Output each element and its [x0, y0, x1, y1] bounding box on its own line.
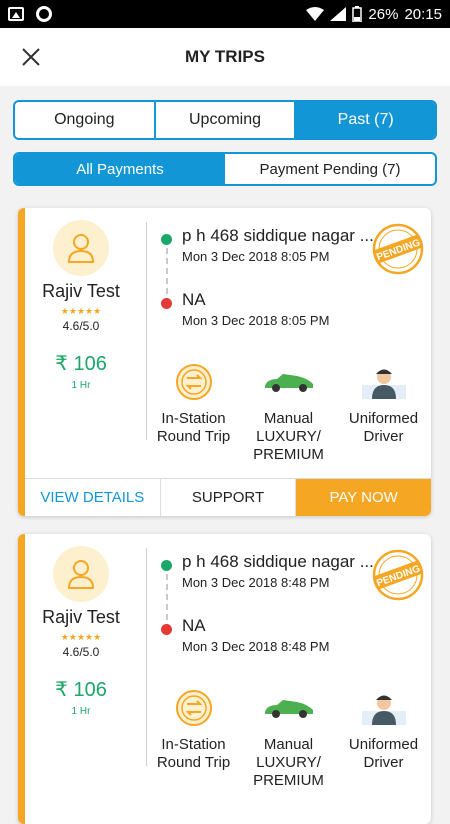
pickup-address: p h 468 siddique nagar ...: [182, 552, 374, 571]
trip-duration: 1 Hr: [71, 380, 91, 391]
driver-type-label: Uniformed Driver: [348, 736, 419, 771]
support-button[interactable]: SUPPORT: [161, 479, 297, 516]
pending-stamp-icon: PENDING: [372, 549, 424, 601]
image-icon: [8, 7, 24, 21]
battery-level: 26%: [368, 5, 399, 23]
wifi-icon: [306, 7, 325, 21]
user-icon: [67, 234, 95, 263]
driver-info: Rajiv Test ★★★★★ 4.6/5.0 ₹ 106 1 Hr: [25, 534, 137, 717]
card-actions: VIEW DETAILS SUPPORT PAY NOW: [25, 478, 431, 516]
svg-text:PENDING: PENDING: [375, 563, 422, 589]
clock: 20:15: [404, 5, 442, 23]
drop-time: Mon 3 Dec 2018 8:05 PM: [182, 313, 330, 328]
driver-rating: 4.6/5.0: [62, 319, 100, 333]
close-icon[interactable]: [16, 42, 46, 72]
tab-payment-pending[interactable]: Payment Pending (7): [225, 154, 435, 184]
avatar: [53, 220, 109, 276]
trip-features: In-Station Round Trip Manual LUXURY/ PRE…: [146, 360, 431, 464]
car-icon: [264, 700, 313, 718]
drop-address: NA: [182, 616, 206, 635]
drop-time: Mon 3 Dec 2018 8:48 PM: [182, 639, 330, 654]
trip-type-label: In-Station Round Trip: [156, 410, 231, 445]
avatar: [53, 546, 109, 602]
pickup-dot-icon: [161, 560, 172, 571]
status-bar: 26% 20:15: [0, 0, 450, 28]
payment-tabs: All Payments Payment Pending (7): [13, 152, 437, 186]
pay-now-button[interactable]: PAY NOW: [296, 479, 431, 516]
app-bar: MY TRIPS: [0, 28, 450, 86]
trip-tabs: Ongoing Upcoming Past (7): [13, 100, 437, 140]
tab-all-payments[interactable]: All Payments: [15, 154, 225, 184]
feature-car-type: Manual LUXURY/ PREMIUM: [241, 686, 336, 790]
driver-info: Rajiv Test ★★★★★ 4.6/5.0 ₹ 106 1 Hr: [25, 208, 137, 391]
svg-text:PENDING: PENDING: [375, 237, 422, 263]
pickup-address: p h 468 siddique nagar ...: [182, 226, 374, 245]
trip-price: ₹ 106: [55, 679, 107, 701]
tab-past[interactable]: Past (7): [296, 102, 435, 138]
drop-dot-icon: [161, 624, 172, 635]
driver-icon: [361, 369, 406, 399]
pending-stamp-icon: PENDING: [372, 223, 424, 275]
battery-icon: [352, 6, 363, 22]
tab-ongoing[interactable]: Ongoing: [15, 102, 156, 138]
signal-icon: [330, 7, 347, 21]
feature-trip-type: In-Station Round Trip: [146, 360, 241, 464]
driver-icon: [361, 695, 406, 725]
trip-card[interactable]: Rajiv Test ★★★★★ 4.6/5.0 ₹ 106 1 Hr p h …: [18, 534, 431, 824]
rating-stars-icon: ★★★★★: [60, 632, 102, 642]
trip-features: In-Station Round Trip Manual LUXURY/ PRE…: [146, 686, 431, 790]
feature-car-type: Manual LUXURY/ PREMIUM: [241, 360, 336, 464]
trip-card[interactable]: Rajiv Test ★★★★★ 4.6/5.0 ₹ 106 1 Hr p h …: [18, 208, 431, 516]
drop-dot-icon: [161, 298, 172, 309]
driver-rating: 4.6/5.0: [62, 645, 100, 659]
drop-stop: NA Mon 3 Dec 2018 8:48 PM: [158, 616, 428, 654]
feature-trip-type: In-Station Round Trip: [146, 686, 241, 790]
car-icon: [264, 374, 313, 392]
trip-price: ₹ 106: [55, 353, 107, 375]
rating-stars-icon: ★★★★★: [60, 306, 102, 316]
drop-address: NA: [182, 290, 206, 309]
record-icon: [36, 6, 52, 22]
feature-driver-type: Uniformed Driver: [336, 360, 431, 464]
driver-name: Rajiv Test: [42, 607, 120, 627]
driver-type-label: Uniformed Driver: [348, 410, 419, 445]
pickup-dot-icon: [161, 234, 172, 245]
trip-type-label: In-Station Round Trip: [156, 736, 231, 771]
car-type-label: Manual LUXURY/ PREMIUM: [253, 736, 324, 789]
round-trip-icon: [175, 690, 212, 726]
round-trip-icon: [175, 364, 212, 400]
view-details-button[interactable]: VIEW DETAILS: [25, 479, 161, 516]
feature-driver-type: Uniformed Driver: [336, 686, 431, 790]
user-icon: [67, 560, 95, 589]
drop-stop: NA Mon 3 Dec 2018 8:05 PM: [158, 290, 428, 328]
trip-duration: 1 Hr: [71, 706, 91, 717]
card-stripe: [18, 534, 25, 824]
car-type-label: Manual LUXURY/ PREMIUM: [253, 410, 324, 463]
page-title: MY TRIPS: [185, 47, 265, 66]
tab-upcoming[interactable]: Upcoming: [156, 102, 297, 138]
driver-name: Rajiv Test: [42, 281, 120, 301]
card-stripe: [18, 208, 25, 516]
